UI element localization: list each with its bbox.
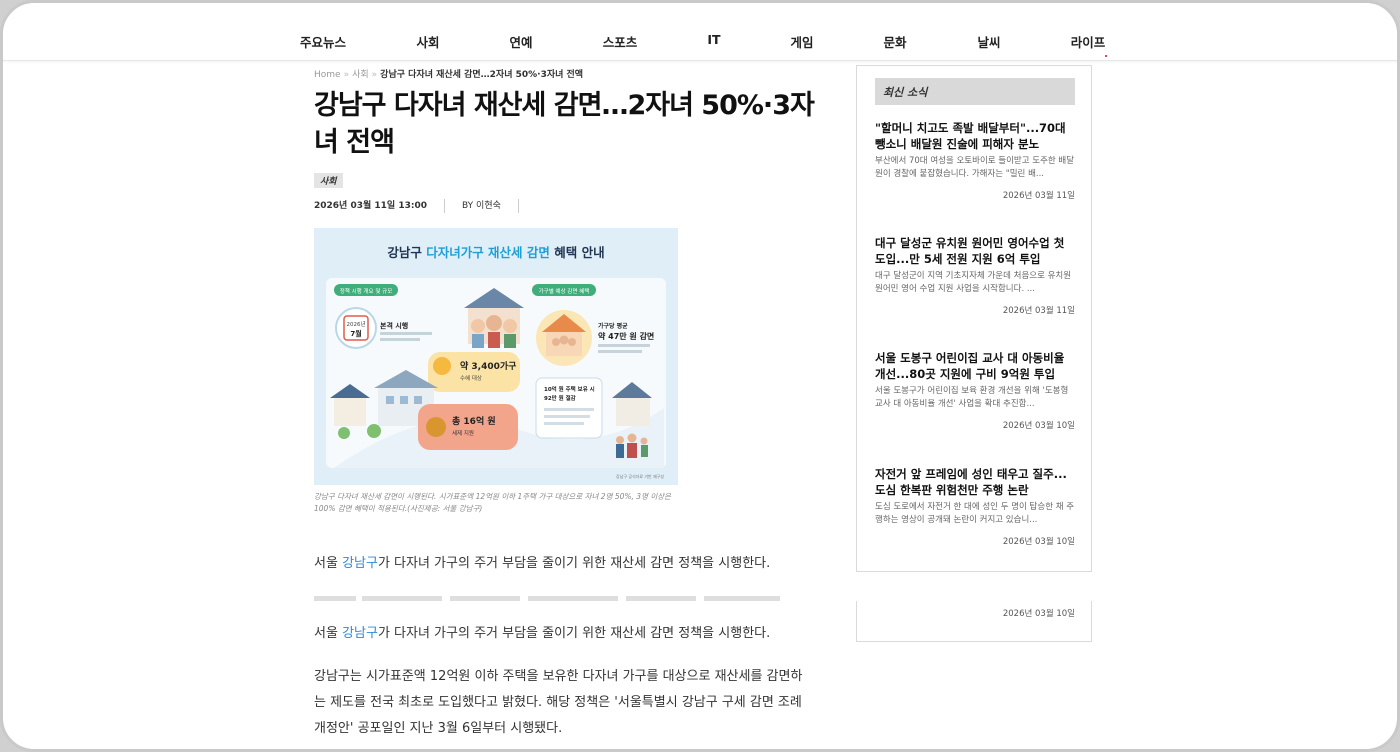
meta-divider: [517, 198, 519, 213]
news-item[interactable]: "할머니 치고도 족발 배달부터"...70대 뺑소니 배달원 진술에 피해자 …: [875, 120, 1075, 201]
news-headline[interactable]: 자전거 앞 프레임에 성인 태우고 질주... 도심 한복판 위험천만 주행 논…: [875, 466, 1075, 498]
nav-item-society[interactable]: 사회: [416, 32, 439, 51]
district-link[interactable]: 강남구: [342, 626, 378, 641]
article-author: BY 이현숙: [462, 201, 501, 211]
news-summary: 대구 달성군이 지역 기초지자체 가운데 처음으로 유치원 원어민 영어 수업 …: [875, 271, 1072, 294]
news-headline[interactable]: 대구 달성군 유치원 원어민 영어수업 첫 도입...만 5세 전원 지원 6억…: [875, 235, 1075, 267]
lead-paragraph-repeat: 서울 강남구가 다자녀 가구의 주거 부담을 줄이기 위한 재산세 감면 정책을…: [314, 626, 771, 641]
breadcrumb-separator-icon: »: [371, 70, 378, 80]
infographic-source: 강남구 공식자료 기반 재구성: [616, 473, 664, 479]
infographic-calendar-month: 7월: [350, 329, 361, 338]
infographic-calendar-year: 2026년: [346, 320, 365, 328]
top-nav: 주요뉴스 사회 연예 스포츠 IT 게임 문화 날씨 라이프: [3, 19, 1397, 61]
nav-item-it[interactable]: IT: [707, 32, 720, 47]
infographic-total-sub: 세제 지원: [452, 429, 474, 437]
infographic-start-label: 본격 시행: [380, 321, 408, 330]
article-title: 강남구 다자녀 재산세 감면…2자녀 50%·3자녀 전액: [314, 90, 815, 158]
news-summary: 부산에서 70대 여성을 오토바이로 들이받고 도주한 배달원이 경찰에 붙잡혔…: [875, 156, 1075, 179]
category-badge[interactable]: 사회: [314, 173, 343, 188]
nav-item-life[interactable]: 라이프: [1071, 32, 1106, 51]
nav-item-culture[interactable]: 문화: [883, 32, 906, 51]
news-item[interactable]: 자전거 앞 프레임에 성인 태우고 질주... 도심 한복판 위험천만 주행 논…: [875, 466, 1075, 547]
breadcrumb-home[interactable]: Home: [314, 70, 341, 80]
news-summary: 도심 도로에서 자전거 한 대에 성인 두 명이 탑승한 채 주행하는 영상이 …: [875, 502, 1075, 525]
infographic-label-overview: 정책 시행 개요 및 규모: [340, 287, 393, 295]
news-date: 2026년 03월 10일: [1002, 537, 1075, 547]
news-date: 2026년 03월 10일: [1002, 421, 1075, 431]
breadcrumb-section[interactable]: 사회: [352, 70, 369, 80]
news-item[interactable]: 2026년 03월 10일: [875, 607, 1075, 619]
nav-item-sports[interactable]: 스포츠: [603, 32, 638, 51]
meta-divider: [444, 198, 445, 213]
body-paragraph: 강남구는 시가표준액 12억원 이하 주택을 보유한 다자녀 가구를 대상으로 …: [314, 669, 803, 736]
breadcrumb-separator-icon: »: [343, 70, 350, 80]
article-date: 2026년 03월 11일 13:00: [314, 201, 427, 211]
nav-item-game[interactable]: 게임: [790, 32, 813, 51]
news-item[interactable]: 대구 달성군 유치원 원어민 영어수업 첫 도입...만 5세 전원 지원 6억…: [875, 235, 1075, 316]
infographic-case-title: 10억 원 주택 보유 시: [544, 385, 595, 393]
nav-item-main-news[interactable]: 주요뉴스: [300, 32, 346, 51]
infographic-case-amount: 92만 원 절감: [544, 394, 576, 402]
nav-item-entertainment[interactable]: 연예: [509, 32, 532, 51]
district-link[interactable]: 강남구: [342, 556, 378, 571]
infographic-avg-amount: 약 47만 원 감면: [598, 331, 654, 341]
nav-accent-mark: [1105, 55, 1107, 57]
sidebar-header: 최신 소식: [875, 78, 1075, 105]
breadcrumb: Home» 사회» 강남구 다자녀 재산세 감면…2자녀 50%·3자녀 전액: [314, 67, 583, 80]
latest-news-sidebar: 최신 소식 "할머니 치고도 족발 배달부터"...70대 뺑소니 배달원 진술…: [856, 65, 1092, 572]
browser-frame: 주요뉴스 사회 연예 스포츠 IT 게임 문화 날씨 라이프 Home» 사회» 강…: [0, 0, 1400, 752]
latest-news-sidebar-continued: 2026년 03월 10일: [856, 601, 1092, 642]
news-date: 2026년 03월 11일: [1002, 306, 1075, 316]
infographic-households-sub: 수혜 대상: [460, 374, 482, 382]
news-date: 2026년 03월 11일: [1002, 191, 1075, 201]
lead-paragraph: 서울 강남구가 다자녀 가구의 주거 부담을 줄이기 위한 재산세 감면 정책을…: [314, 556, 771, 571]
article-infographic: 강남구 다자녀가구 재산세 감면 혜택 안내 정책 시행 개요 및 규모 가구별…: [314, 228, 678, 485]
breadcrumb-current: 강남구 다자녀 재산세 감면…2자녀 50%·3자녀 전액: [380, 70, 584, 80]
nav-item-weather[interactable]: 날씨: [977, 32, 1000, 51]
news-headline[interactable]: 서울 도봉구 어린이집 교사 대 아동비율 개선...80곳 지원에 구비 9억…: [875, 350, 1075, 382]
news-summary: 서울 도봉구가 어린이집 보육 환경 개선을 위해 '도봉형 교사 대 아동비율…: [875, 386, 1069, 409]
news-date: 2026년 03월 10일: [1002, 609, 1075, 619]
news-headline[interactable]: "할머니 치고도 족발 배달부터"...70대 뺑소니 배달원 진술에 피해자 …: [875, 120, 1075, 152]
infographic-avg-label: 가구당 평균: [598, 322, 628, 330]
infographic-households: 약 3,400가구: [460, 360, 516, 372]
scroll-artifact: [314, 593, 784, 603]
figure-caption: 강남구 다자녀 재산세 감면이 시행된다. 시가표준액 12억원 이하 1주택 …: [314, 492, 672, 513]
infographic-total: 총 16억 원: [452, 415, 496, 427]
news-item[interactable]: 서울 도봉구 어린이집 교사 대 아동비율 개선...80곳 지원에 구비 9억…: [875, 350, 1075, 431]
sidebar-title: 최신 소식: [883, 86, 928, 99]
infographic-label-benefit: 가구별 예상 감면 혜택: [539, 287, 590, 295]
infographic-title: 강남구 다자녀가구 재산세 감면 혜택 안내: [387, 245, 604, 260]
article-meta: 2026년 03월 11일 13:00 BY 이현숙: [314, 198, 536, 213]
